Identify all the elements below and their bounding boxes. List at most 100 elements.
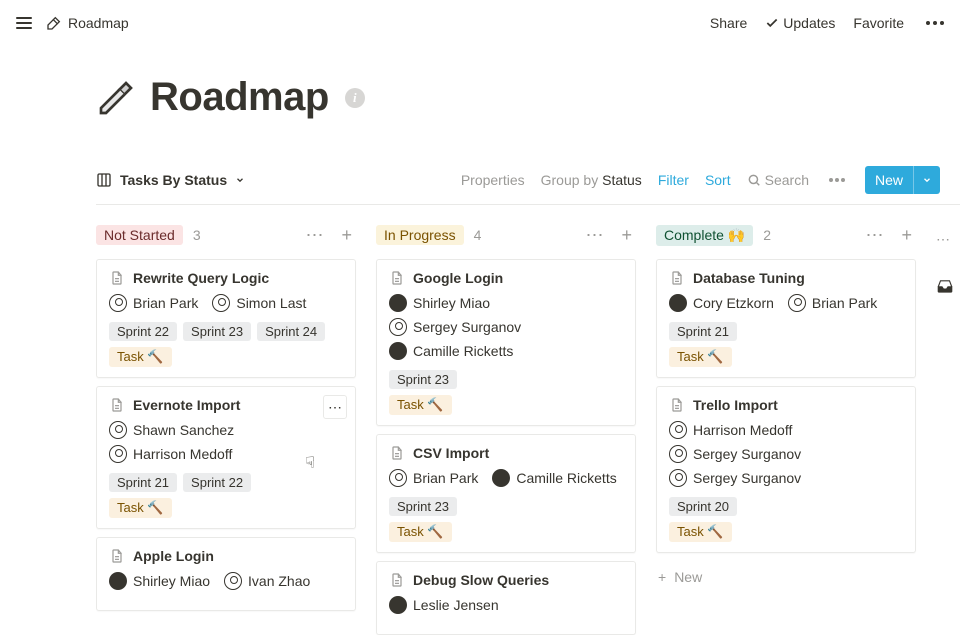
page-icon[interactable] (96, 78, 136, 118)
group-by-button[interactable]: Group by Status (541, 172, 642, 188)
column-add-card[interactable]: + (337, 223, 356, 248)
avatar (109, 421, 127, 439)
board-card[interactable]: Evernote ImportShawn SanchezHarrison Med… (96, 386, 356, 529)
type-tag: Task 🔨 (389, 395, 452, 415)
sprint-tag: Sprint 21 (109, 473, 177, 492)
column-header: Not Started 3 ⋯ + (96, 219, 356, 251)
avatar (492, 469, 510, 487)
column-count: 4 (474, 227, 482, 243)
person-chip: Sergey Surganov (669, 445, 801, 463)
type-tag: Task 🔨 (109, 498, 172, 518)
board-card[interactable]: Google LoginShirley MiaoSergey SurganovC… (376, 259, 636, 426)
avatar (389, 469, 407, 487)
column-header: In Progress 4 ⋯ + (376, 219, 636, 251)
avatar (224, 572, 242, 590)
more-menu[interactable] (922, 17, 948, 29)
new-button[interactable]: New (865, 166, 940, 194)
card-tags: Sprint 20 (669, 497, 903, 516)
properties-button[interactable]: Properties (461, 172, 525, 188)
card-people: Shirley MiaoIvan Zhao (109, 572, 343, 590)
avatar (389, 294, 407, 312)
inbox-icon[interactable]: N (936, 277, 960, 295)
column-count: 3 (193, 227, 201, 243)
chevron-down-icon (235, 175, 245, 185)
sprint-tag: Sprint 22 (183, 473, 251, 492)
page-icon (389, 572, 405, 588)
page-icon (389, 445, 405, 461)
search-button[interactable]: Search (747, 172, 809, 188)
card-type-row: Task 🔨 (389, 395, 623, 415)
sort-button[interactable]: Sort (705, 172, 731, 188)
card-tags: Sprint 23 (389, 370, 623, 389)
breadcrumb[interactable]: Roadmap (46, 15, 129, 31)
board-column: Not Started3⋯+Rewrite Query LogicBrian P… (96, 219, 356, 635)
page-icon (669, 397, 685, 413)
avatar (389, 596, 407, 614)
page-title[interactable]: Roadmap (150, 75, 329, 120)
view-actions: Properties Group by Status Filter Sort S… (461, 166, 960, 194)
card-type-row: Task 🔨 (669, 347, 903, 367)
view-picker[interactable]: Tasks By Status (96, 172, 245, 188)
person-chip: Harrison Medoff (109, 445, 232, 463)
type-tag: Task 🔨 (669, 522, 732, 542)
column-add-card[interactable]: + (897, 223, 916, 248)
card-more-menu[interactable]: ⋯ (323, 395, 347, 419)
card-tags: Sprint 21 (669, 322, 903, 341)
person-chip: Camille Ricketts (389, 342, 513, 360)
share-button[interactable]: Share (710, 15, 747, 31)
person-chip: Ivan Zhao (224, 572, 310, 590)
board-card[interactable]: Debug Slow QueriesLeslie Jensen (376, 561, 636, 635)
avatar (389, 342, 407, 360)
person-chip: Shawn Sanchez (109, 421, 234, 439)
avatar (109, 445, 127, 463)
card-people: Brian ParkCamille Ricketts (389, 469, 623, 487)
board-card[interactable]: Trello ImportHarrison MedoffSergey Surga… (656, 386, 916, 553)
person-chip: Shirley Miao (389, 294, 490, 312)
add-card-link[interactable]: +New (656, 563, 916, 591)
card-people: Shawn Sanchez Harrison Medoff (109, 421, 343, 463)
card-type-row: Task 🔨 (669, 522, 903, 542)
column-more-menu[interactable]: ⋯ (581, 223, 607, 248)
person-chip: Simon Last (212, 294, 306, 312)
person-chip: Brian Park (788, 294, 877, 312)
page-body: Roadmap i Tasks By Status Properties Gro… (0, 45, 960, 635)
avatar (109, 294, 127, 312)
board-card[interactable]: Database TuningCory EtzkornBrian ParkSpr… (656, 259, 916, 378)
column-status-pill[interactable]: Not Started (96, 225, 183, 245)
card-title: Apple Login (109, 548, 343, 564)
plus-icon: + (658, 569, 666, 585)
updates-button[interactable]: Updates (765, 15, 835, 31)
board-card[interactable]: CSV ImportBrian ParkCamille RickettsSpri… (376, 434, 636, 553)
new-dropdown[interactable] (913, 166, 940, 194)
sprint-tag: Sprint 22 (109, 322, 177, 341)
avatar (109, 572, 127, 590)
favorite-button[interactable]: Favorite (853, 15, 904, 31)
board-card[interactable]: Rewrite Query LogicBrian ParkSimon LastS… (96, 259, 356, 378)
card-type-row: Task 🔨 (109, 498, 343, 518)
sprint-tag: Sprint 23 (389, 497, 457, 516)
view-toolbar: Tasks By Status Properties Group by Stat… (96, 166, 960, 194)
avatar (389, 318, 407, 336)
page-icon (109, 270, 125, 286)
column-add-card[interactable]: + (617, 223, 636, 248)
column-more-menu[interactable]: ⋯ (301, 223, 327, 248)
hidden-more-menu[interactable]: ⋯ (936, 231, 950, 248)
sprint-tag: Sprint 23 (183, 322, 251, 341)
card-type-row: Task 🔨 (109, 347, 343, 367)
person-chip: Camille Ricketts (492, 469, 616, 487)
card-people: Leslie Jensen (389, 596, 623, 614)
board-icon (96, 172, 112, 188)
card-tags: Sprint 23 (389, 497, 623, 516)
person-chip: Brian Park (109, 294, 198, 312)
column-status-pill[interactable]: Complete 🙌 (656, 225, 753, 246)
info-icon[interactable]: i (345, 88, 365, 108)
type-tag: Task 🔨 (669, 347, 732, 367)
filter-button[interactable]: Filter (658, 172, 689, 188)
menu-toggle[interactable] (12, 13, 36, 33)
column-more-menu[interactable]: ⋯ (861, 223, 887, 248)
column-status-pill[interactable]: In Progress (376, 225, 464, 245)
board: Not Started3⋯+Rewrite Query LogicBrian P… (96, 219, 960, 635)
view-more-menu[interactable] (825, 174, 849, 186)
sprint-tag: Sprint 21 (669, 322, 737, 341)
breadcrumb-title: Roadmap (68, 15, 129, 31)
